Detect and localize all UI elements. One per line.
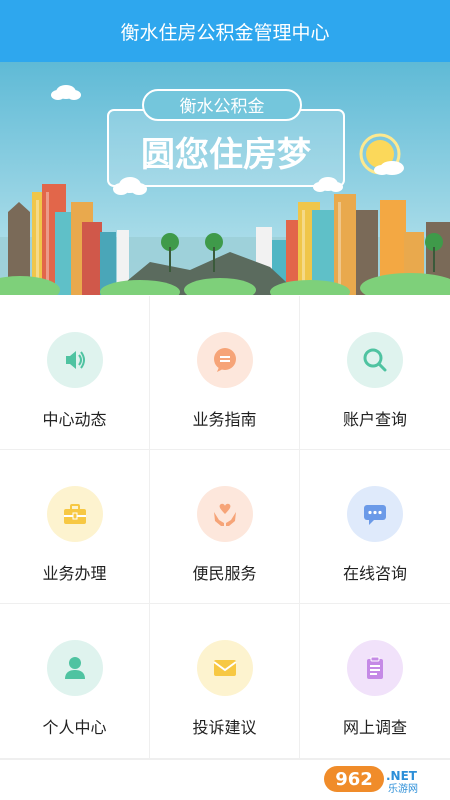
menu-label: 中心动态	[42, 410, 107, 429]
banner: 衡水公积金 圆您住房梦	[0, 62, 450, 295]
svg-text:.NET: .NET	[386, 769, 418, 783]
clipboard-icon	[367, 656, 383, 679]
menu-item-account-query[interactable]: 账户查询	[300, 296, 450, 449]
menu-item-online-survey[interactable]: 网上调查	[300, 604, 450, 758]
svg-text:乐游网: 乐游网	[388, 782, 418, 794]
search-icon	[363, 348, 387, 372]
menu-item-online-consult[interactable]: 在线咨询	[300, 450, 450, 603]
banner-slogan: 圆您住房梦	[141, 135, 311, 175]
menu-label: 投诉建议	[192, 718, 257, 737]
banner-tag: 衡水公积金	[180, 97, 265, 117]
menu-label: 业务办理	[42, 564, 107, 583]
chat-bubble-icon	[213, 348, 236, 372]
menu-item-business-handling[interactable]: 业务办理	[0, 450, 149, 603]
heart-hands-icon	[213, 503, 236, 526]
menu-label: 业务指南	[192, 410, 257, 429]
menu-item-convenience-service[interactable]: 便民服务	[150, 450, 299, 603]
menu-item-personal-center[interactable]: 个人中心	[0, 604, 149, 758]
menu-label: 在线咨询	[342, 564, 407, 583]
menu-item-business-guide[interactable]: 业务指南	[150, 296, 299, 449]
menu-label: 网上调查	[342, 718, 407, 737]
banner-illustration: 衡水公积金 圆您住房梦	[0, 62, 450, 295]
menu-item-complaint[interactable]: 投诉建议	[150, 604, 299, 758]
title-bar: 衡水住房公积金管理中心	[0, 0, 450, 62]
speaker-icon	[65, 351, 85, 369]
menu-grid: 中心动态 业务指南 账户查询 业务办理 便民服务 在线咨询 个人中心 投诉建议 …	[0, 296, 450, 761]
user-icon	[64, 657, 85, 679]
menu-label: 个人中心	[42, 718, 107, 737]
menu-label: 账户查询	[342, 410, 407, 429]
svg-text:962: 962	[335, 769, 373, 790]
message-icon	[364, 505, 386, 525]
page-title: 衡水住房公积金管理中心	[120, 21, 330, 44]
menu-item-center-news[interactable]: 中心动态	[0, 296, 149, 449]
briefcase-icon	[63, 504, 86, 524]
watermark-logo: 962 .NET 乐游网	[324, 766, 418, 794]
menu-label: 便民服务	[192, 564, 257, 583]
envelope-icon	[212, 660, 237, 676]
